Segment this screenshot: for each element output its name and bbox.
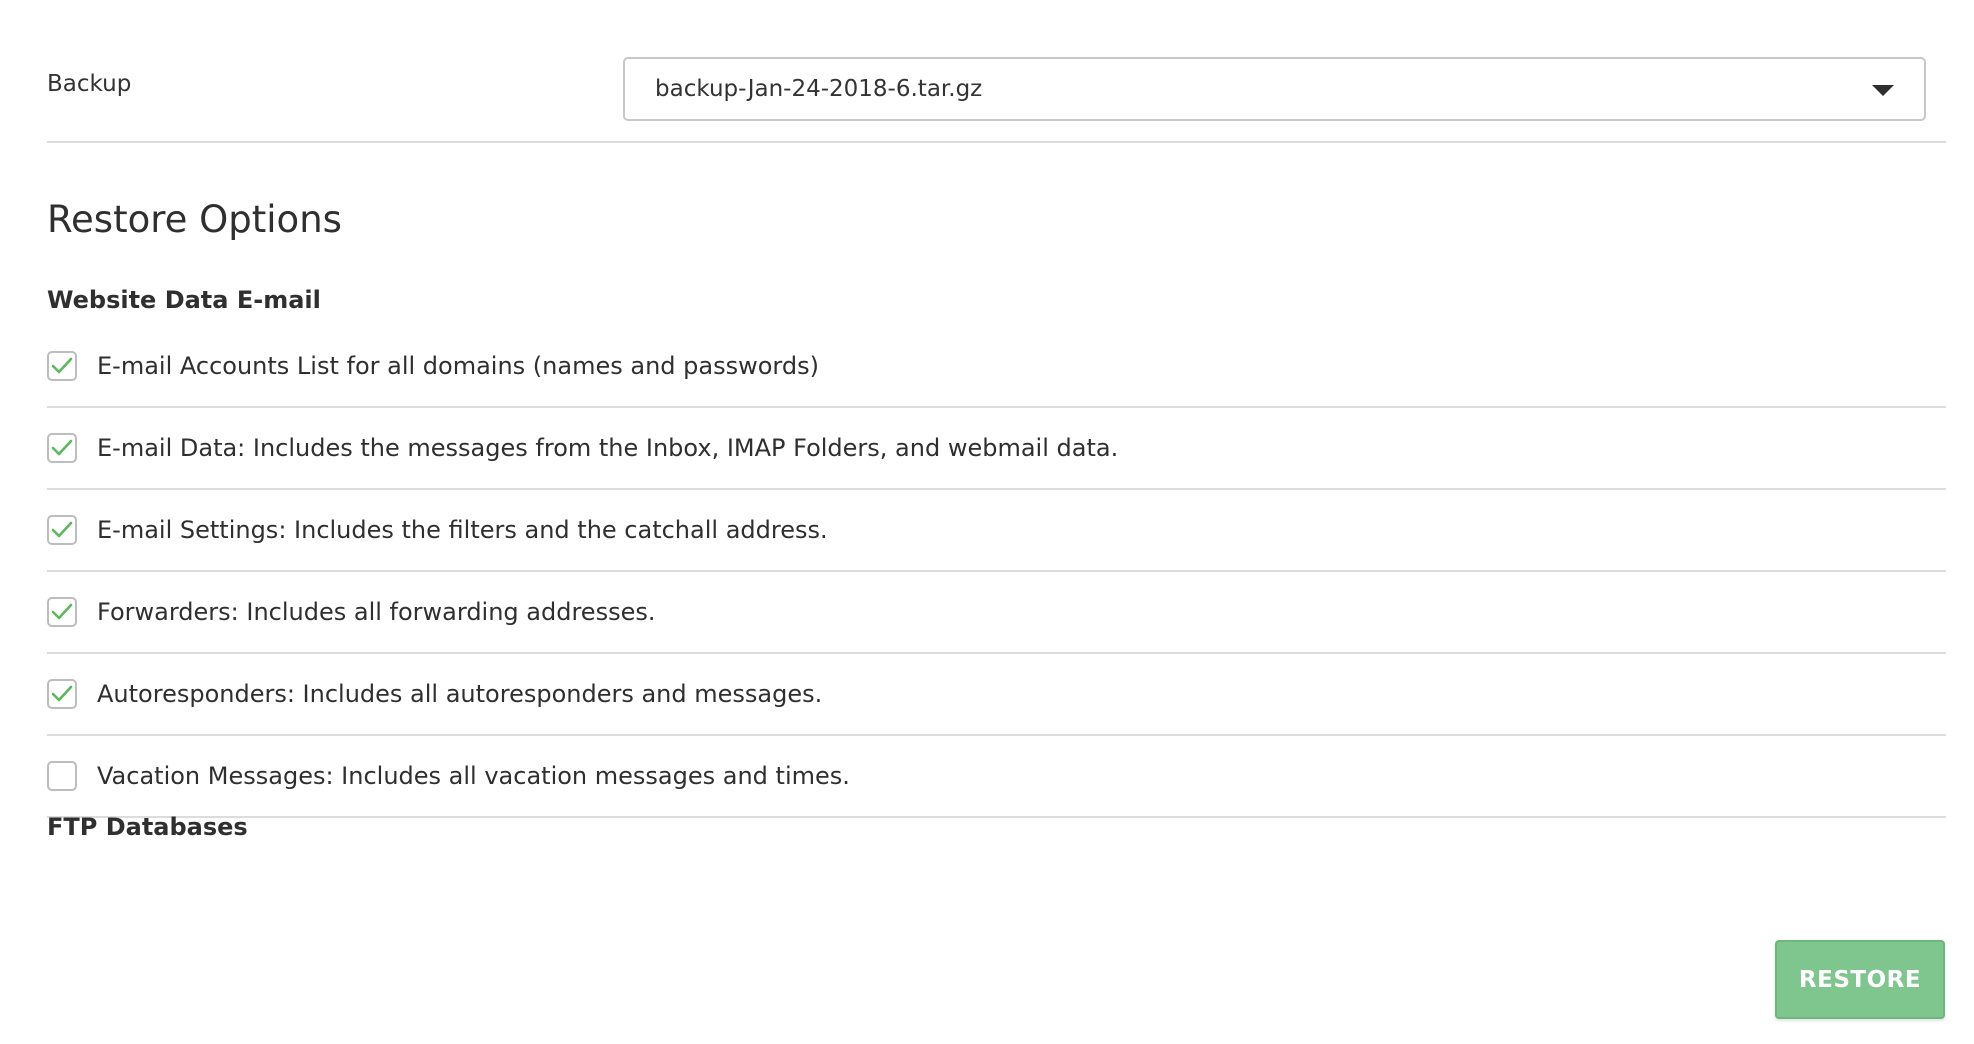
restore-option-checkbox[interactable]	[47, 515, 77, 545]
restore-option-row[interactable]: E-mail Data: Includes the messages from …	[47, 408, 1946, 490]
checkmark-icon	[51, 521, 73, 538]
restore-option-row[interactable]: E-mail Settings: Includes the filters an…	[47, 490, 1946, 572]
restore-option-row[interactable]: Forwarders: Includes all forwarding addr…	[47, 572, 1946, 654]
backup-row: Backup backup-Jan-24-2018-6.tar.gz	[47, 0, 1946, 143]
restore-option-label: E-mail Data: Includes the messages from …	[97, 434, 1119, 462]
restore-option-checkbox[interactable]	[47, 679, 77, 709]
checkmark-icon	[51, 357, 73, 374]
checkmark-icon	[51, 685, 73, 702]
restore-panel: Backup backup-Jan-24-2018-6.tar.gz Resto…	[47, 0, 1946, 841]
restore-option-checkbox[interactable]	[47, 761, 77, 791]
restore-option-row[interactable]: Autoresponders: Includes all autorespond…	[47, 654, 1946, 736]
restore-button[interactable]: RESTORE	[1775, 940, 1945, 1019]
backup-label: Backup	[47, 71, 132, 97]
website-data-email-title: Website Data E-mail	[47, 286, 321, 314]
backup-select[interactable]: backup-Jan-24-2018-6.tar.gz	[623, 57, 1926, 121]
restore-option-label: E-mail Accounts List for all domains (na…	[97, 352, 819, 380]
caret-down-icon	[1872, 85, 1894, 96]
backup-select-value: backup-Jan-24-2018-6.tar.gz	[655, 76, 983, 102]
restore-option-label: Vacation Messages: Includes all vacation…	[97, 762, 850, 790]
restore-option-checkbox[interactable]	[47, 433, 77, 463]
checkmark-icon	[51, 439, 73, 456]
restore-option-row[interactable]: Vacation Messages: Includes all vacation…	[47, 736, 1946, 818]
restore-option-checkbox[interactable]	[47, 597, 77, 627]
restore-option-label: E-mail Settings: Includes the filters an…	[97, 516, 828, 544]
restore-options-title: Restore Options	[47, 198, 342, 241]
restore-option-label: Autoresponders: Includes all autorespond…	[97, 680, 823, 708]
checkmark-icon	[51, 603, 73, 620]
ftp-databases-title: FTP Databases	[47, 813, 248, 841]
restore-option-checkbox[interactable]	[47, 351, 77, 381]
restore-option-label: Forwarders: Includes all forwarding addr…	[97, 598, 656, 626]
restore-option-row[interactable]: E-mail Accounts List for all domains (na…	[47, 326, 1946, 408]
restore-options-list: E-mail Accounts List for all domains (na…	[47, 326, 1946, 818]
